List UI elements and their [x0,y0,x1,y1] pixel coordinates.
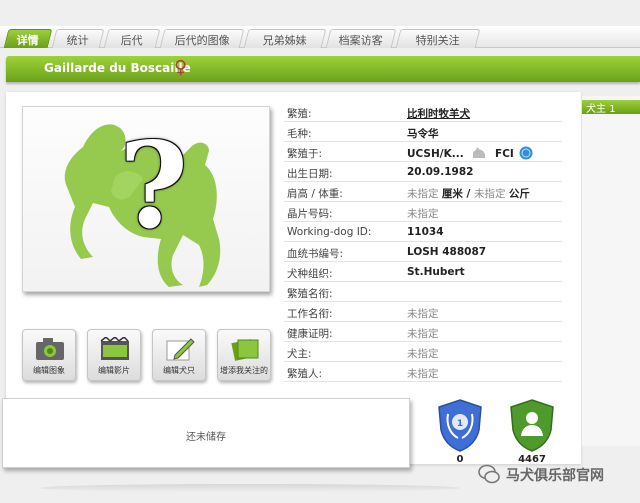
add-to-watchlist-button[interactable]: 增添我关注的 [217,329,271,381]
info-row-breeder: 繁殖人: 未指定 [284,362,562,382]
tab-details[interactable]: 详情 [3,29,53,48]
info-row-registration: 血统书编号: LOSH 488087 [284,242,562,262]
owner-tab[interactable]: 犬主 1 [582,100,640,114]
info-row-work-title: 工作名衔: 未指定 [284,302,562,322]
info-row-kennel-title: 繁殖名衔: [284,282,562,302]
info-row-size: 肩高 / 体重: 未指定 厘米 / 未指定 公斤 [284,182,562,202]
panel-shadow [40,484,460,492]
bookmark-icon [231,339,259,361]
info-row-health: 健康证明: 未指定 [284,322,562,342]
storage-box: 还未储存 [2,398,410,468]
tab-siblings[interactable]: 兄弟姊妹 [243,29,327,48]
fci-label: FCI [495,148,514,160]
photo-question-mark: ? [119,116,189,255]
tab-special-attention[interactable]: 特别关注 [395,29,481,48]
info-row-breed-club: 犬种组织: St.Hubert [284,262,562,282]
storage-status: 还未储存 [186,432,226,443]
kennel-club-link[interactable]: UCSH/K... [407,148,464,160]
tab-statistics[interactable]: 统计 [51,29,105,48]
wechat-icon [478,464,500,484]
dog-photo-placeholder[interactable]: ? [22,106,270,292]
pencil-icon [166,338,195,361]
fci-globe-icon[interactable] [519,146,533,160]
tab-offspring[interactable]: 后代 [103,29,161,48]
camera-icon [36,338,64,360]
tab-offspring-images[interactable]: 后代的图像 [159,29,245,48]
dog-info-table: 繁殖: 比利时牧羊犬 毛种: 马令华 繁殖于: UCSH/K... FCI 出生… [284,102,562,382]
info-row-chip: 晶片号码: 未指定 [284,202,562,222]
female-icon: ♀ [174,57,188,78]
info-row-breed: 繁殖: 比利时牧羊犬 [284,102,562,122]
dog-title-bar: Gaillarde du Boscaille ♀ [6,56,640,82]
tab-visitors[interactable]: 档案访客 [325,29,397,48]
info-row-working-dog-id: Working-dog ID: 11034 [284,222,562,242]
edit-images-button[interactable]: 编辑图象 [22,329,76,381]
edit-videos-button[interactable]: 编辑影片 [87,329,141,381]
info-row-bred-in: 繁殖于: UCSH/K... FCI [284,142,562,162]
breed-link[interactable]: 比利时牧羊犬 [407,106,470,121]
rating-badge[interactable]: 1 0 [436,398,484,465]
film-icon [100,337,129,360]
rating-count: 0 [456,454,464,465]
info-row-coat: 毛种: 马令华 [284,122,562,142]
tab-strip: 详情 统计 后代 后代的图像 兄弟姊妹 档案访客 特别关注 [0,26,640,48]
visitors-badge[interactable]: 4467 [508,398,556,465]
dog-statue-icon [473,147,486,158]
info-row-owner: 犬主: 未指定 [284,342,562,362]
svg-text:1: 1 [457,419,463,429]
right-column [582,96,640,446]
edit-dog-button[interactable]: 编辑犬只 [152,329,206,381]
info-row-dob: 出生日期: 20.09.1982 [284,162,562,182]
visitors-count: 4467 [518,454,546,465]
dog-name: Gaillarde du Boscaille [44,61,191,75]
person-shield-icon [510,399,554,452]
laurel-shield-icon: 1 [438,399,482,452]
